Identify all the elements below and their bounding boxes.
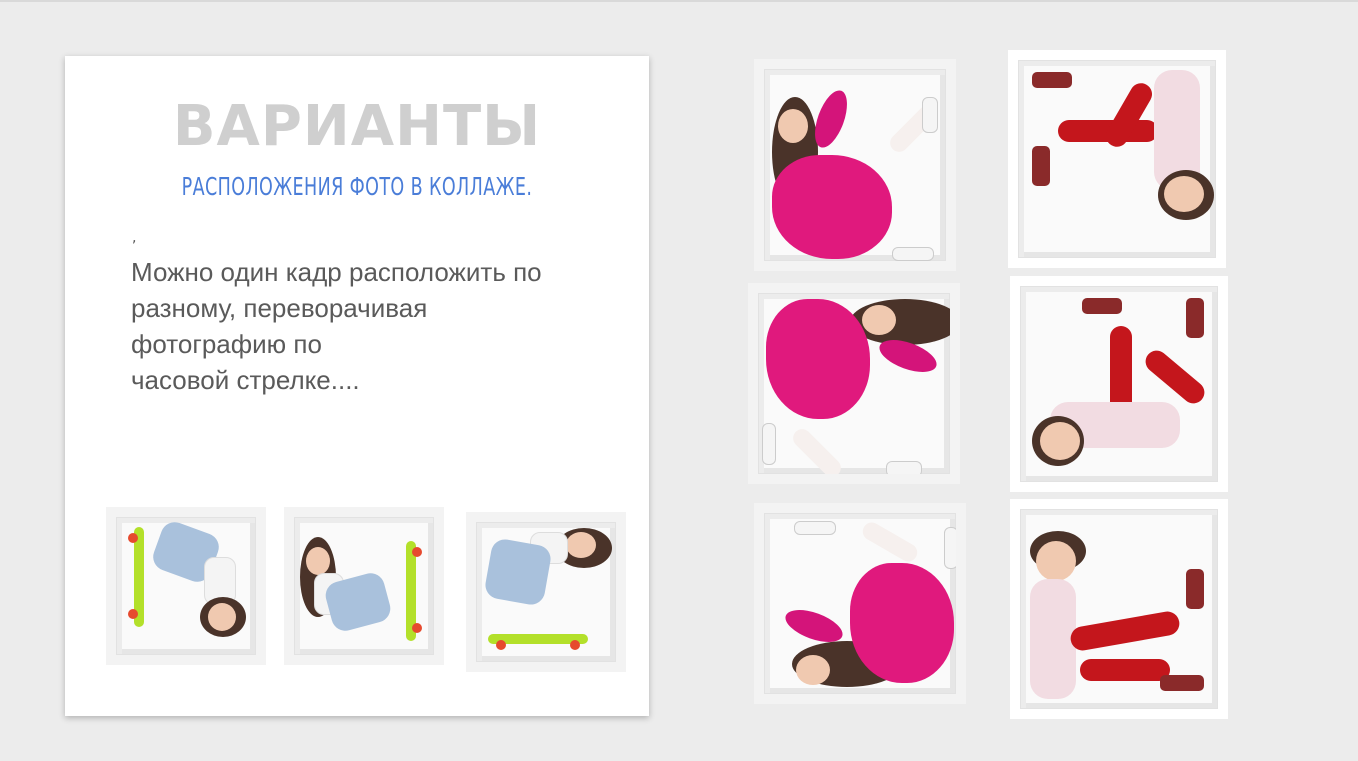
photo-box [1018,60,1216,258]
photo-box [116,517,256,655]
info-card: ВАРИАНТЫ РАСПОЛОЖЕНИЯ ФОТО В КОЛЛАЖЕ. , … [65,56,649,716]
photo-box [476,522,616,662]
boy-red-pants-photo-3[interactable] [1010,499,1228,719]
description-line: разному, переворачивая [131,293,428,323]
girl-pink-dress-photo-1[interactable] [754,59,956,271]
girl-pink-dress-photo-3[interactable] [754,503,966,704]
description-line: часовой стрелке.... [131,365,360,395]
boy-red-pants-photo-1[interactable] [1008,50,1226,268]
photo-box [764,69,946,261]
description-text: Можно один кадр расположить по разному, … [131,254,651,398]
boy-red-pants-photo-2[interactable] [1010,276,1228,492]
girl-skateboard-photo-1[interactable] [106,507,266,665]
stray-comma: , [132,230,137,246]
photo-box [1020,286,1218,482]
description-line: фотографию по [131,329,322,359]
girl-pink-dress-photo-2[interactable] [748,283,960,484]
girl-skateboard-photo-2[interactable] [284,507,444,665]
photo-box [294,517,434,655]
page-subtitle: РАСПОЛОЖЕНИЯ ФОТО В КОЛЛАЖЕ. [181,172,533,201]
page-title: ВАРИАНТЫ [172,94,542,159]
photo-box [1020,509,1218,709]
description-line: Можно один кадр расположить по [131,257,542,287]
photo-box [764,513,956,694]
girl-skateboard-photo-3[interactable] [466,512,626,672]
photo-box [758,293,950,474]
